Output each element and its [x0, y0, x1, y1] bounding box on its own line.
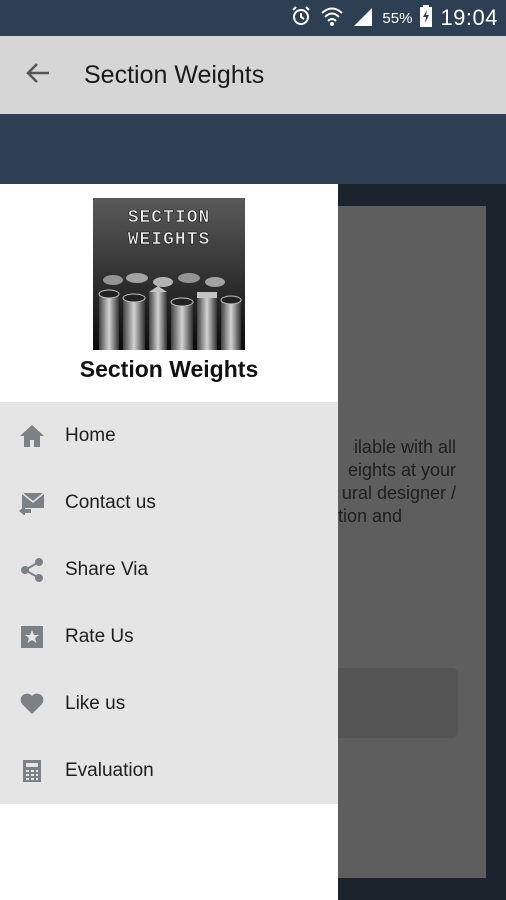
battery-charging-icon: [420, 4, 433, 32]
calculator-icon: [0, 737, 64, 804]
menu-item-rate-us[interactable]: Rate Us: [0, 603, 338, 670]
share-icon: [0, 536, 64, 603]
arrow-back-icon: [25, 60, 51, 91]
alarm-icon: [290, 5, 312, 32]
menu-item-label: Contact us: [65, 491, 156, 513]
menu-item-label: Share Via: [65, 558, 149, 580]
home-icon: [0, 402, 64, 469]
clock: 19:04: [440, 5, 498, 30]
menu-item-contact-us[interactable]: Contact us: [0, 469, 338, 536]
menu-item-share-via[interactable]: Share Via: [0, 536, 338, 603]
heart-icon: [0, 670, 64, 737]
status-bar: 55% 19:04: [0, 0, 506, 36]
header-band: [0, 114, 506, 184]
app-logo: SECTION WEIGHTS: [93, 198, 245, 350]
menu-item-label: Evaluation: [65, 759, 154, 781]
battery-percent: 55%: [382, 9, 413, 27]
svg-text:WEIGHTS: WEIGHTS: [128, 230, 211, 250]
signal-icon: [352, 6, 374, 31]
star-icon: [0, 603, 64, 670]
wifi-icon: [320, 5, 344, 32]
menu-item-evaluation[interactable]: Evaluation: [0, 737, 338, 804]
navigation-drawer: SECTION WEIGHTS Section Weights Home Con…: [0, 184, 338, 900]
menu-item-label: Like us: [65, 692, 126, 714]
mail-reply-icon: [0, 469, 64, 536]
menu-item-label: Rate Us: [65, 625, 134, 647]
status-icons: 55% 19:04: [290, 0, 498, 36]
drawer-header: SECTION WEIGHTS Section Weights: [0, 184, 338, 402]
svg-text:SECTION: SECTION: [128, 208, 211, 228]
drawer-menu: Home Contact us Share Via Rate Us Like u…: [0, 402, 338, 804]
back-button[interactable]: [0, 36, 76, 114]
menu-item-label: Home: [65, 424, 116, 446]
drawer-title: Section Weights: [79, 356, 259, 382]
app-bar: Section Weights: [0, 36, 506, 114]
app-title: Section Weights: [84, 60, 265, 89]
menu-item-home[interactable]: Home: [0, 402, 338, 469]
menu-item-like-us[interactable]: Like us: [0, 670, 338, 737]
